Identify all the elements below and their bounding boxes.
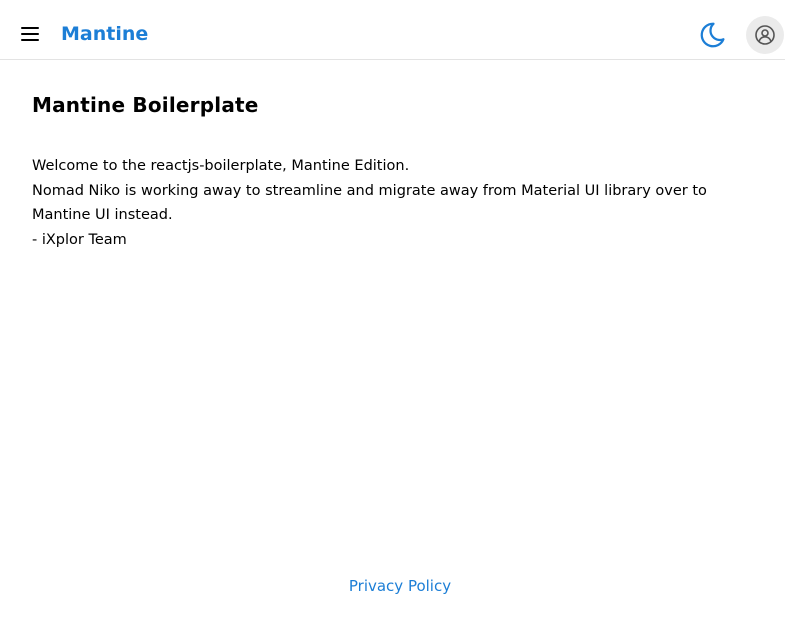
signature-line: - iXplor Team	[32, 231, 127, 248]
page-title: Mantine Boilerplate	[32, 93, 259, 117]
privacy-policy-link[interactable]: Privacy Policy	[0, 574, 785, 598]
brand-logo[interactable]: Mantine	[61, 20, 148, 48]
welcome-line: Welcome to the reactjs-boilerplate, Mant…	[32, 158, 410, 174]
hamburger-menu-icon[interactable]	[19, 26, 41, 44]
moon-icon	[700, 22, 725, 48]
account-avatar-button[interactable]	[746, 16, 784, 54]
description-line: Nomad Niko is working away to streamline…	[32, 182, 707, 224]
main-content: Mantine Boilerplate Welcome to the react…	[32, 90, 752, 252]
app-header: Mantine	[0, 0, 785, 60]
welcome-paragraph: Welcome to the reactjs-boilerplate, Mant…	[32, 154, 752, 252]
theme-toggle-button[interactable]	[698, 20, 728, 50]
user-circle-icon	[755, 25, 775, 45]
